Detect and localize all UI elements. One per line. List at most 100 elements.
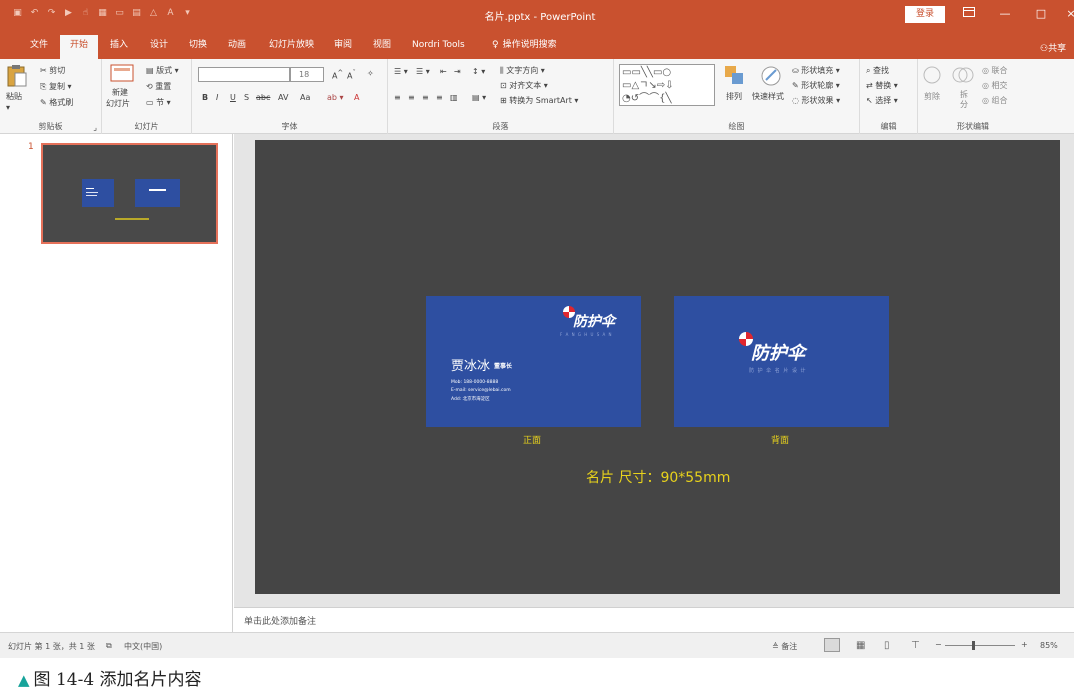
close-button[interactable]: × <box>1060 5 1074 23</box>
text-direction-button[interactable]: ⫼ 文字方向 ▾ <box>500 65 545 76</box>
layout-button[interactable]: ▤ 版式 ▾ <box>146 65 179 76</box>
accessibility-icon[interactable]: ⧉ <box>106 641 112 651</box>
back-label[interactable]: 背面 <box>771 433 789 446</box>
new-slide-label-1[interactable]: 新建 <box>112 87 128 98</box>
shape-fill-button[interactable]: ⛀ 形状填充 ▾ <box>792 65 840 76</box>
quick-styles-icon[interactable] <box>760 65 782 87</box>
format-painter-button[interactable]: ✎ 格式刷 <box>40 97 73 108</box>
paste-label[interactable]: 粘贴 <box>6 91 22 102</box>
subtract-shape-icon[interactable] <box>922 65 944 87</box>
save-icon[interactable]: ▣ <box>12 8 23 19</box>
align-text-button[interactable]: ⊡ 对齐文本 ▾ <box>500 80 548 91</box>
copy-button[interactable]: ⎘ 复制 ▾ <box>40 81 72 92</box>
strikethrough-button[interactable]: abc <box>256 93 270 102</box>
line-spacing-icon[interactable]: ↕ ▾ <box>472 67 485 76</box>
zoom-out-icon[interactable]: − <box>935 640 942 649</box>
front-label[interactable]: 正面 <box>523 433 541 446</box>
smartart-button[interactable]: ⊞ 转换为 SmartArt ▾ <box>500 95 578 106</box>
ribbon-display-options-icon[interactable] <box>958 5 980 23</box>
zoom-slider-track[interactable] <box>945 645 1015 646</box>
zoom-slider-thumb[interactable] <box>972 641 975 650</box>
tab-review[interactable]: 审阅 <box>328 35 358 59</box>
tab-transitions[interactable]: 切换 <box>183 35 213 59</box>
slide-thumbnail[interactable] <box>41 143 218 244</box>
fragment-label-2[interactable]: 分 <box>960 99 968 110</box>
reading-view-icon[interactable]: ▯ <box>884 640 890 651</box>
arrange-label[interactable]: 排列 <box>726 91 742 102</box>
highlight-icon[interactable]: ab ▾ <box>327 93 344 102</box>
slideshow-view-icon[interactable]: ⊤ <box>911 640 920 651</box>
fragment-shape-icon[interactable] <box>952 65 974 87</box>
card-size-label[interactable]: 名片 尺寸：90*55mm <box>586 467 730 487</box>
touch-mode-icon[interactable]: ☝ <box>80 8 91 19</box>
customize-qat-icon[interactable]: ▾ <box>182 8 193 19</box>
find-button[interactable]: ⌕ 查找 <box>866 65 889 76</box>
tab-design[interactable]: 设计 <box>144 35 174 59</box>
minimize-button[interactable]: — <box>994 5 1016 23</box>
shapes-gallery[interactable]: ▭▭╲╲▭○ ▭△ㄱ↘⇨⇩ ◔↺⌒⌒{╲ <box>619 64 715 106</box>
notes-pane[interactable]: 单击此处添加备注 <box>234 607 1074 632</box>
front-card[interactable]: 防护伞 F A N G H U S A N 贾冰冰 董事长 Mob: 188-0… <box>426 296 641 427</box>
bold-button[interactable]: B <box>202 93 208 102</box>
tab-home[interactable]: 开始 <box>60 35 98 59</box>
new-slide-label-2[interactable]: 幻灯片 <box>106 98 130 109</box>
login-button[interactable]: 登录 <box>905 6 945 23</box>
justify-icon[interactable]: ≡ <box>436 93 443 102</box>
tab-animations[interactable]: 动画 <box>222 35 252 59</box>
tab-insert[interactable]: 插入 <box>104 35 134 59</box>
tell-me-search[interactable]: ♀ 操作说明搜索 <box>486 35 563 59</box>
notes-placeholder[interactable]: 单击此处添加备注 <box>244 614 316 627</box>
tab-slideshow[interactable]: 幻灯片放映 <box>263 35 320 59</box>
combine-button[interactable]: ◎ 组合 <box>982 95 1008 106</box>
arrange-icon[interactable] <box>724 65 746 87</box>
language-status[interactable]: 中文(中国) <box>124 641 162 652</box>
reset-button[interactable]: ⟲ 重置 <box>146 81 171 92</box>
union-button[interactable]: ◎ 联合 <box>982 65 1008 76</box>
zoom-in-icon[interactable]: + <box>1021 640 1028 649</box>
clear-formatting-icon[interactable]: ✧ <box>367 69 374 78</box>
bullets-icon[interactable]: ☰ ▾ <box>394 67 408 76</box>
quick-styles-label[interactable]: 快速样式 <box>752 91 784 102</box>
decrease-indent-icon[interactable]: ⇤ <box>440 67 447 76</box>
slide-canvas[interactable]: 防护伞 F A N G H U S A N 贾冰冰 董事长 Mob: 188-0… <box>255 140 1060 594</box>
change-case-button[interactable]: Aa <box>300 93 310 102</box>
slide-sorter-icon[interactable]: ▦ <box>856 640 865 651</box>
columns-icon[interactable]: ▤ ▾ <box>472 93 486 102</box>
new-slide-icon[interactable]: ▤ <box>131 8 142 19</box>
share-button[interactable]: ⚇共享 <box>1040 41 1066 54</box>
new-slide-icon[interactable] <box>110 63 134 85</box>
select-button[interactable]: ↖ 选择 ▾ <box>866 95 898 106</box>
italic-button[interactable]: I <box>216 93 218 102</box>
character-spacing-button[interactable]: AV <box>278 93 288 102</box>
notes-button[interactable]: ≜ 备注 <box>772 641 797 652</box>
align-right-icon[interactable]: ≡ <box>422 93 429 102</box>
tab-nordri-tools[interactable]: Nordri Tools <box>406 35 471 59</box>
decrease-font-icon[interactable]: Aˇ <box>347 69 356 81</box>
restore-button[interactable]: □ <box>1030 5 1052 23</box>
align-left-icon[interactable]: ≡ <box>394 93 401 102</box>
textbox-icon[interactable]: A <box>165 8 176 19</box>
font-name-input[interactable] <box>198 67 290 82</box>
paste-icon[interactable] <box>6 64 28 87</box>
replace-button[interactable]: ⇄ 替换 ▾ <box>866 80 898 91</box>
tab-view[interactable]: 视图 <box>367 35 397 59</box>
numbering-icon[interactable]: ☰ ▾ <box>416 67 430 76</box>
intersect-button[interactable]: ◎ 相交 <box>982 80 1008 91</box>
start-from-beginning-icon[interactable]: ▶ <box>63 8 74 19</box>
paste-dropdown-icon[interactable]: ▾ <box>6 103 10 112</box>
increase-indent-icon[interactable]: ⇥ <box>454 67 461 76</box>
back-card[interactable]: 防护伞 防 护 伞 名 片 设 计 <box>674 296 889 427</box>
tab-file[interactable]: 文件 <box>24 35 54 59</box>
font-size-input[interactable]: 18 <box>290 67 324 82</box>
underline-button[interactable]: U <box>230 93 236 102</box>
section-button[interactable]: ▭ 节 ▾ <box>146 97 171 108</box>
picture-icon[interactable]: ▭ <box>114 8 125 19</box>
normal-view-icon[interactable] <box>824 638 840 652</box>
font-color-button[interactable]: A <box>354 93 359 102</box>
increase-font-icon[interactable]: A^ <box>332 69 343 81</box>
distributed-icon[interactable]: ▥ <box>450 93 458 102</box>
zoom-level[interactable]: 85% <box>1040 641 1058 650</box>
clipboard-launcher-icon[interactable]: ⌟ <box>93 123 97 132</box>
table-icon[interactable]: ▦ <box>97 8 108 19</box>
undo-icon[interactable]: ↶ <box>29 8 40 19</box>
